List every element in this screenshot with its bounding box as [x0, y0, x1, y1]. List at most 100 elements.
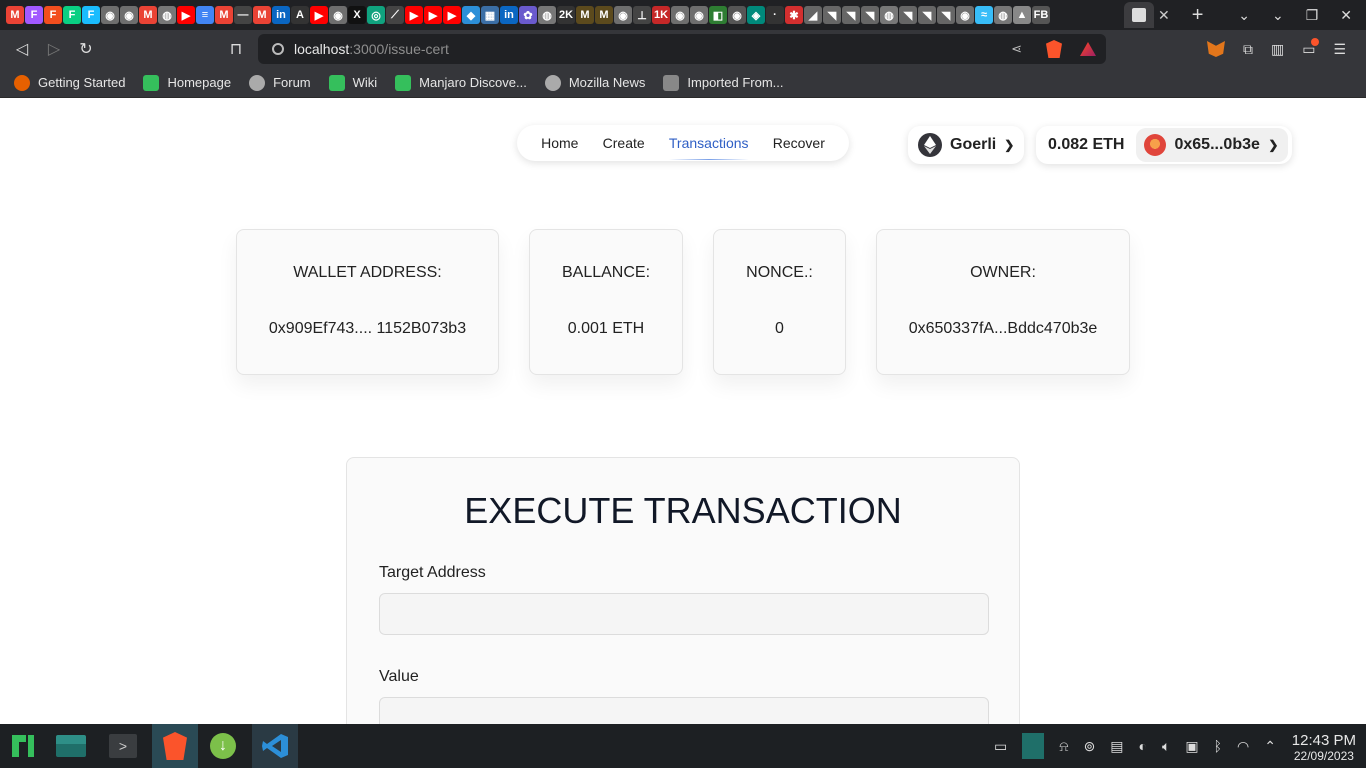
- nav-create[interactable]: Create: [603, 135, 645, 151]
- app-icon[interactable]: ◈: [747, 6, 765, 24]
- nav-home[interactable]: Home: [541, 135, 578, 151]
- app-icon[interactable]: ◥: [842, 6, 860, 24]
- new-tab-icon[interactable]: +: [1192, 4, 1204, 27]
- app-icon[interactable]: ◥: [861, 6, 879, 24]
- figma-icon[interactable]: F: [44, 6, 62, 24]
- figma-icon[interactable]: F: [25, 6, 43, 24]
- network-selector[interactable]: Goerli ❯: [908, 126, 1024, 164]
- close-window-icon[interactable]: ✕: [1340, 7, 1352, 24]
- app-icon[interactable]: ◉: [728, 6, 746, 24]
- app-icon[interactable]: A: [291, 6, 309, 24]
- share-icon[interactable]: ⋖: [1011, 41, 1022, 57]
- terminal-icon[interactable]: >: [100, 724, 146, 768]
- clock[interactable]: 12:43 PM 22/09/2023: [1292, 732, 1356, 763]
- gmail-icon[interactable]: M: [139, 6, 157, 24]
- medium-icon[interactable]: M: [576, 6, 594, 24]
- extensions-icon[interactable]: ⧉: [1243, 41, 1253, 58]
- app-icon[interactable]: ◥: [918, 6, 936, 24]
- linkedin-icon[interactable]: in: [500, 6, 518, 24]
- file-manager-icon[interactable]: [48, 724, 94, 768]
- download-manager-icon[interactable]: ↓: [200, 724, 246, 768]
- app-icon[interactable]: ✿: [519, 6, 537, 24]
- app-icon[interactable]: ·: [766, 6, 784, 24]
- back-icon[interactable]: ◁: [6, 33, 38, 65]
- app-icon[interactable]: ▲: [1013, 6, 1031, 24]
- youtube-icon[interactable]: ▶: [443, 6, 461, 24]
- x-icon[interactable]: X: [348, 6, 366, 24]
- vscode-icon[interactable]: [252, 724, 298, 768]
- brave-rewards-icon[interactable]: [1080, 42, 1096, 56]
- notifications-icon[interactable]: ⍾: [1059, 738, 1068, 755]
- github-icon[interactable]: ◉: [690, 6, 708, 24]
- github-icon[interactable]: ◉: [329, 6, 347, 24]
- app-icon[interactable]: ✱: [785, 6, 803, 24]
- bookmark-item[interactable]: Manjaro Discove...: [395, 74, 527, 91]
- app-icon[interactable]: ◥: [937, 6, 955, 24]
- app-icon[interactable]: ⊥: [633, 6, 651, 24]
- youtube-icon[interactable]: ▶: [405, 6, 423, 24]
- figma-icon[interactable]: F: [63, 6, 81, 24]
- target-address-input[interactable]: [379, 593, 989, 635]
- github-icon[interactable]: ◉: [671, 6, 689, 24]
- site-info-icon[interactable]: [272, 43, 284, 55]
- bookmark-icon[interactable]: ⊓: [220, 33, 252, 65]
- reload-icon[interactable]: ↻: [70, 33, 102, 65]
- close-tab-icon[interactable]: ✕: [1158, 7, 1170, 24]
- bluetooth-icon[interactable]: ᛒ: [1214, 738, 1222, 754]
- youtube-icon[interactable]: ▶: [310, 6, 328, 24]
- menu-icon[interactable]: ☰: [1333, 41, 1346, 58]
- app-icon[interactable]: 2K: [557, 6, 575, 24]
- account-button[interactable]: 0.082 ETH 0x65...0b3e ❯: [1036, 126, 1292, 164]
- figma-icon[interactable]: F: [82, 6, 100, 24]
- updates-icon[interactable]: ⊚: [1084, 738, 1096, 755]
- night-color-icon[interactable]: ◐: [1139, 738, 1147, 754]
- bookmark-item[interactable]: Wiki: [328, 74, 377, 91]
- active-tab[interactable]: [1124, 2, 1154, 28]
- brave-shields-icon[interactable]: [1046, 40, 1062, 58]
- nav-transactions[interactable]: Transactions: [668, 135, 749, 160]
- globe-icon[interactable]: ◍: [538, 6, 556, 24]
- dash-icon[interactable]: —: [234, 6, 252, 24]
- bookmark-item[interactable]: Mozilla News: [544, 74, 645, 91]
- sidebar-icon[interactable]: ▥: [1271, 41, 1284, 58]
- github-icon[interactable]: ◉: [120, 6, 138, 24]
- gmail-icon[interactable]: M: [215, 6, 233, 24]
- app-icon[interactable]: ◢: [804, 6, 822, 24]
- nav-recover[interactable]: Recover: [773, 135, 825, 151]
- workspace-pager-icon[interactable]: [1022, 733, 1045, 759]
- github-icon[interactable]: ◉: [956, 6, 974, 24]
- brave-browser-icon[interactable]: [152, 724, 198, 768]
- bookmark-item[interactable]: Getting Started: [14, 74, 125, 91]
- minimize-icon[interactable]: ⌄: [1272, 7, 1284, 24]
- app-icon[interactable]: FB: [1032, 6, 1050, 24]
- github-icon[interactable]: ◉: [101, 6, 119, 24]
- chatgpt-icon[interactable]: ◎: [367, 6, 385, 24]
- youtube-icon[interactable]: ▶: [177, 6, 195, 24]
- globe-icon[interactable]: ◍: [994, 6, 1012, 24]
- volume-icon[interactable]: 🔈︎: [1162, 738, 1170, 755]
- tailwind-icon[interactable]: ≈: [975, 6, 993, 24]
- app-icon[interactable]: ⟋: [386, 6, 404, 24]
- app-launcher-icon[interactable]: [0, 724, 46, 768]
- tray-expand-icon[interactable]: ⌃: [1264, 738, 1276, 755]
- app-icon[interactable]: 1K: [652, 6, 670, 24]
- docs-icon[interactable]: ≡: [196, 6, 214, 24]
- bookmark-item[interactable]: Forum: [249, 74, 311, 91]
- linkedin-icon[interactable]: in: [272, 6, 290, 24]
- wifi-icon[interactable]: ◠: [1237, 738, 1249, 755]
- battery-icon[interactable]: ▣: [1185, 738, 1198, 755]
- value-input[interactable]: [379, 697, 989, 724]
- app-icon[interactable]: ◥: [823, 6, 841, 24]
- vscode-icon[interactable]: ◆: [462, 6, 480, 24]
- tab-list-icon[interactable]: ⌄: [1238, 7, 1250, 24]
- globe-icon[interactable]: ◍: [158, 6, 176, 24]
- youtube-icon[interactable]: ▶: [424, 6, 442, 24]
- bookmark-item[interactable]: Imported From...: [663, 74, 783, 91]
- maximize-icon[interactable]: ❐: [1306, 7, 1319, 24]
- app-icon[interactable]: ◥: [899, 6, 917, 24]
- show-desktop-icon[interactable]: ▭: [994, 738, 1007, 755]
- account-selector[interactable]: 0x65...0b3e ❯: [1136, 128, 1289, 162]
- gmail-icon[interactable]: M: [6, 6, 24, 24]
- wallet-icon[interactable]: ▭: [1302, 37, 1320, 58]
- app-icon[interactable]: ◧: [709, 6, 727, 24]
